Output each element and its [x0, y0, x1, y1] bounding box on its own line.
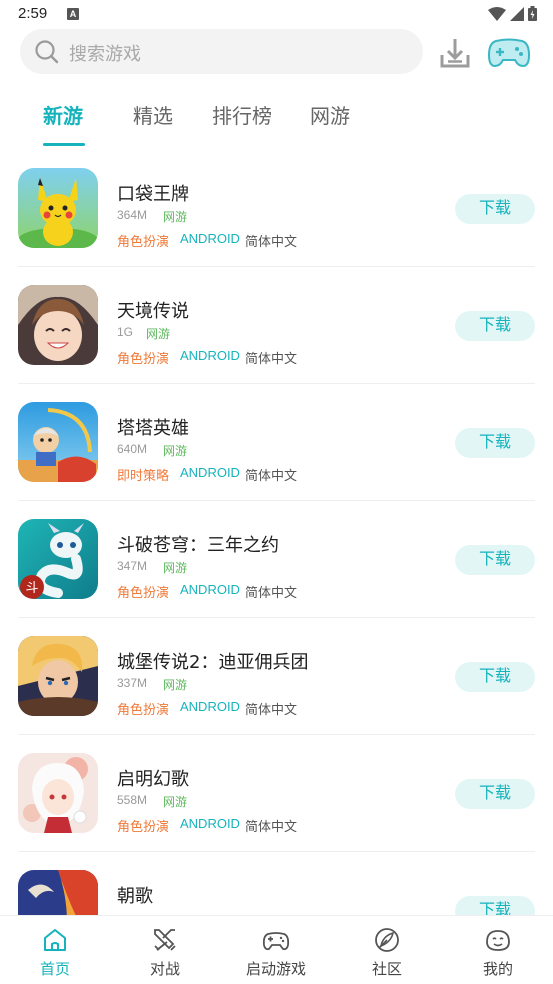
game-language-tag: 简体中文: [245, 352, 298, 367]
game-platform-tag: ANDROID: [180, 231, 240, 246]
download-button[interactable]: 下载: [455, 311, 535, 341]
game-title: 启明幻歌: [117, 769, 189, 790]
wifi-icon: [488, 6, 506, 21]
game-network-tag: 网游: [163, 210, 188, 224]
game-row[interactable]: 口袋王牌 364M 网游 角色扮演 ANDROID 简体中文 下载: [0, 150, 553, 267]
game-genre-tag: 角色扮演: [117, 352, 170, 367]
nav-battle[interactable]: 对战: [110, 916, 220, 984]
game-row[interactable]: 塔塔英雄 640M 网游 即时策略 ANDROID 简体中文 下载: [0, 384, 553, 501]
fire-warrior-game-icon: [18, 870, 98, 915]
game-language-tag: 简体中文: [245, 235, 298, 250]
game-network-tag: 网游: [146, 327, 171, 341]
game-platform-tag: ANDROID: [180, 465, 240, 480]
game-language-tag: 简体中文: [245, 703, 298, 718]
game-row[interactable]: 城堡传说2：迪亚佣兵团 337M 网游 角色扮演 ANDROID 简体中文 下载: [0, 618, 553, 735]
game-genre-tag: 角色扮演: [117, 235, 170, 250]
home-icon: [44, 929, 66, 951]
game-row[interactable]: 天境传说 1G 网游 角色扮演 ANDROID 简体中文 下载: [0, 267, 553, 384]
nav-label: 启动游戏: [245, 960, 306, 978]
status-time: 2:59: [18, 5, 48, 22]
tab-new-games[interactable]: 新游: [43, 100, 83, 129]
game-network-tag: 网游: [163, 444, 188, 458]
game-title: 斗破苍穹：三年之约: [117, 535, 279, 556]
game-row[interactable]: 斗 斗破苍穹：三年之约 347M 网游 角色扮演 ANDROID 简体中文 下载: [0, 501, 553, 618]
nav-community[interactable]: 社区: [332, 916, 442, 984]
status-icons: [488, 6, 537, 21]
game-title: 城堡传说2：迪亚佣兵团: [117, 652, 309, 673]
status-bar: 2:59 A: [0, 0, 553, 28]
game-platform-tag: ANDROID: [180, 348, 240, 363]
game-language-tag: 简体中文: [245, 586, 298, 601]
search-icon: [35, 40, 59, 64]
game-list: 口袋王牌 364M 网游 角色扮演 ANDROID 简体中文 下载 天境传说 1…: [0, 150, 553, 915]
nav-profile[interactable]: 我的: [443, 916, 553, 984]
search-bar[interactable]: 搜索游戏: [20, 29, 423, 74]
pikachu-game-icon: [18, 168, 98, 248]
anime-girl-game-icon: [18, 285, 98, 365]
tab-online-games[interactable]: 网游: [310, 100, 350, 129]
gamepad-icon: [262, 932, 290, 951]
game-language-tag: 简体中文: [245, 469, 298, 484]
tab-ranking[interactable]: 排行榜: [212, 100, 272, 129]
game-network-tag: 网游: [163, 678, 188, 692]
game-platform-tag: ANDROID: [180, 582, 240, 597]
game-size: 347M: [117, 559, 148, 573]
game-row[interactable]: 朝歌 下载: [0, 852, 553, 915]
game-genre-tag: 即时策略: [117, 469, 170, 484]
feather-icon: [375, 928, 399, 952]
download-button[interactable]: 下载: [455, 428, 535, 458]
white-hair-girl-game-icon: [18, 753, 98, 833]
download-button[interactable]: 下载: [455, 896, 535, 915]
warrior-game-icon: [18, 636, 98, 716]
game-title: 口袋王牌: [117, 184, 189, 205]
game-row[interactable]: 启明幻歌 558M 网游 角色扮演 ANDROID 简体中文 下载: [0, 735, 553, 852]
nav-label: 社区: [371, 960, 402, 978]
nav-label: 首页: [39, 960, 70, 978]
gamepad-icon[interactable]: [488, 38, 530, 68]
download-manager-icon[interactable]: [439, 37, 471, 69]
search-placeholder: 搜索游戏: [69, 44, 141, 65]
game-language-tag: 简体中文: [245, 820, 298, 835]
bottom-navigation: 首页 对战 启动游戏 社区 我的: [0, 915, 553, 984]
game-platform-tag: ANDROID: [180, 816, 240, 831]
face-icon: [486, 930, 510, 951]
game-size: 364M: [117, 208, 148, 222]
game-platform-tag: ANDROID: [180, 699, 240, 714]
nav-label: 我的: [482, 960, 513, 978]
download-button[interactable]: 下载: [455, 194, 535, 224]
nav-label: 对战: [149, 960, 180, 978]
download-button[interactable]: 下载: [455, 779, 535, 809]
signal-icon: [510, 6, 524, 21]
tab-featured[interactable]: 精选: [133, 100, 173, 129]
svg-text:斗: 斗: [25, 581, 38, 596]
archer-hero-game-icon: [18, 402, 98, 482]
battery-icon: [528, 6, 537, 21]
game-size: 1G: [117, 325, 134, 339]
game-genre-tag: 角色扮演: [117, 820, 170, 835]
download-button[interactable]: 下载: [455, 662, 535, 692]
game-title: 朝歌: [117, 886, 153, 907]
nav-home[interactable]: 首页: [0, 916, 110, 984]
game-size: 640M: [117, 442, 148, 456]
game-size: 558M: [117, 793, 148, 807]
game-genre-tag: 角色扮演: [117, 703, 170, 718]
game-size: 337M: [117, 676, 148, 690]
game-network-tag: 网游: [163, 795, 188, 809]
game-network-tag: 网游: [163, 561, 188, 575]
game-genre-tag: 角色扮演: [117, 586, 170, 601]
download-button[interactable]: 下载: [455, 545, 535, 575]
swords-icon: [154, 929, 176, 951]
serpent-game-icon: 斗: [18, 519, 98, 599]
category-tabs: 新游 精选 排行榜 网游: [0, 100, 553, 150]
tab-indicator: [43, 143, 85, 146]
game-title: 塔塔英雄: [117, 418, 189, 439]
notification-icon: A: [67, 8, 79, 20]
nav-launch-games[interactable]: 启动游戏: [221, 916, 331, 984]
game-title: 天境传说: [117, 301, 189, 322]
